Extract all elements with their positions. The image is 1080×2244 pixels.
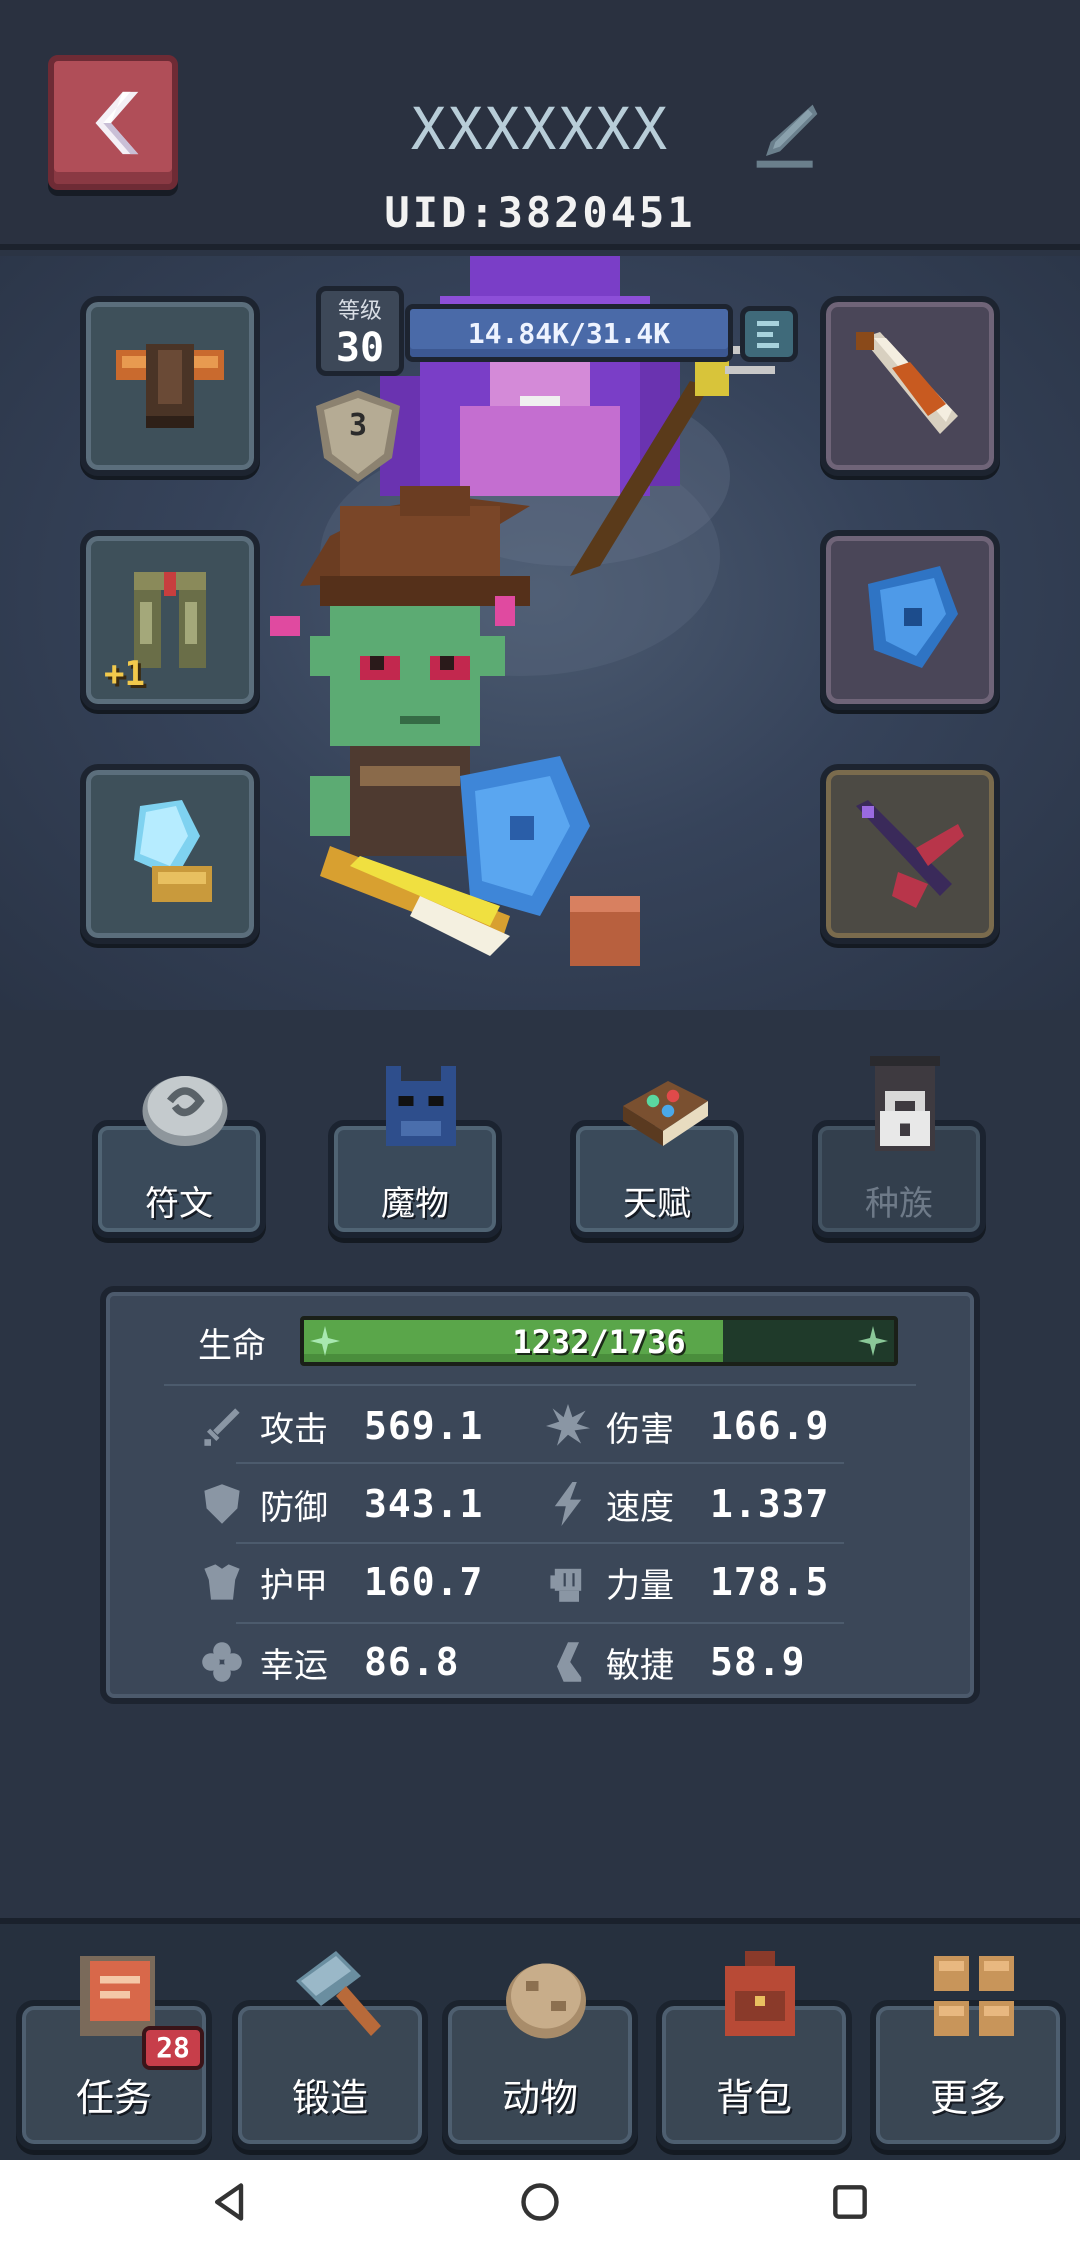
stat-armor: 护甲 160.7 [200, 1554, 483, 1610]
menu-label-race: 种族 [865, 1184, 933, 1224]
fist-icon [550, 1568, 582, 1602]
equip-slot-weapon[interactable] [820, 296, 1000, 476]
monster-icon [386, 1066, 456, 1146]
equip-slot-gauntlet[interactable] [80, 764, 260, 944]
menu-label-talents: 天赋 [623, 1184, 691, 1224]
nav-label-backpack: 背包 [715, 2076, 792, 2120]
divider [236, 1542, 844, 1544]
hammer-icon [296, 1951, 381, 2036]
attributes-panel: 生命 1232/1736 攻击 569.1 伤害 166.9 防御 343.1 … [100, 1286, 980, 1704]
home-circle-icon[interactable] [518, 2180, 562, 2224]
menu-button-talents[interactable]: 天赋 [570, 1081, 744, 1238]
nav-button-quests[interactable]: 28 任务 [16, 1956, 212, 2150]
grid-more-icon [934, 1956, 1014, 2036]
armor-icon [204, 1564, 240, 1600]
menu-button-race-locked[interactable]: 种族 [812, 1056, 986, 1238]
egg-icon [506, 1963, 586, 2039]
hp-bar: 1232/1736 [300, 1316, 898, 1366]
stat-luck: 幸运 86.8 [200, 1634, 460, 1690]
talent-book-icon [623, 1081, 708, 1146]
shield-icon [204, 1484, 240, 1524]
nav-button-backpack[interactable]: 背包 [656, 1951, 852, 2150]
nav-label-quests: 任务 [75, 2076, 152, 2120]
lock-icon [870, 1056, 940, 1151]
nav-label-forge: 锻造 [291, 2076, 368, 2120]
edit-quill-icon[interactable] [752, 100, 822, 170]
hero-equipment-area: 等级 30 14.84K/31.4K 3 +1 [0, 256, 1080, 1010]
stat-defense: 防御 343.1 [200, 1476, 483, 1532]
quest-count-badge: 28 [142, 2026, 204, 2070]
rune-stone-icon [142, 1076, 228, 1146]
system-navigation-bar [0, 2160, 1080, 2244]
blue-shield-icon [868, 566, 958, 668]
nav-label-pets: 动物 [501, 2076, 578, 2120]
player-name: XXXXXXX [410, 95, 670, 163]
sword-icon [204, 1408, 240, 1446]
level-value: 30 [335, 325, 385, 371]
chest-armor-icon [116, 344, 224, 428]
stat-attack: 攻击 569.1 [200, 1398, 483, 1454]
stat-damage: 伤害 166.9 [546, 1398, 829, 1454]
back-triangle-icon[interactable] [208, 2180, 252, 2224]
player-uid: UID:3820451 [384, 188, 696, 237]
equip-slot-ranged[interactable] [820, 764, 1000, 944]
nav-button-pets[interactable]: 动物 [442, 1963, 638, 2150]
clover-icon [202, 1642, 242, 1682]
boot-icon [557, 1642, 582, 1682]
stat-speed: 速度 1.337 [546, 1476, 829, 1532]
hp-label: 生命 [198, 1326, 266, 1366]
divider [164, 1384, 916, 1386]
level-label: 等级 [337, 299, 382, 324]
recents-square-icon[interactable] [828, 2180, 872, 2224]
nav-button-more[interactable]: 更多 [870, 1956, 1066, 2150]
rank-value: 3 [348, 408, 368, 443]
menu-button-monsters[interactable]: 魔物 [328, 1066, 502, 1238]
enhance-bonus: +1 [104, 654, 145, 694]
menu-label-monsters: 魔物 [381, 1184, 449, 1224]
top-header: XXXXXXX UID:3820451 [0, 0, 1080, 250]
dark-crossbow-icon [856, 800, 964, 908]
nav-button-forge[interactable]: 锻造 [232, 1951, 428, 2150]
stat-strength: 力量 178.5 [546, 1554, 829, 1610]
backpack-icon [725, 1951, 795, 2036]
menu-label-runes: 符文 [145, 1184, 213, 1224]
equip-slot-legs[interactable]: +1 [80, 530, 260, 710]
menu-button-runes[interactable]: 符文 [92, 1076, 266, 1238]
divider [236, 1622, 844, 1624]
crystal-gauntlet-icon [134, 800, 212, 902]
hp-value: 1232/1736 [512, 1323, 686, 1361]
stat-agility: 敏捷 58.9 [546, 1634, 806, 1690]
divider [236, 1462, 844, 1464]
equip-slot-chest[interactable] [80, 296, 260, 476]
experience-bar: 14.84K/31.4K [405, 304, 733, 362]
experience-text: 14.84K/31.4K [467, 316, 671, 350]
exp-details-button[interactable] [740, 306, 798, 362]
equip-slot-offhand[interactable] [820, 530, 1000, 710]
burst-icon [546, 1404, 590, 1446]
lightning-icon [554, 1482, 582, 1526]
nav-label-more: 更多 [929, 2076, 1006, 2120]
level-indicator: 等级 30 [316, 286, 404, 376]
flame-sword-icon [856, 332, 958, 434]
